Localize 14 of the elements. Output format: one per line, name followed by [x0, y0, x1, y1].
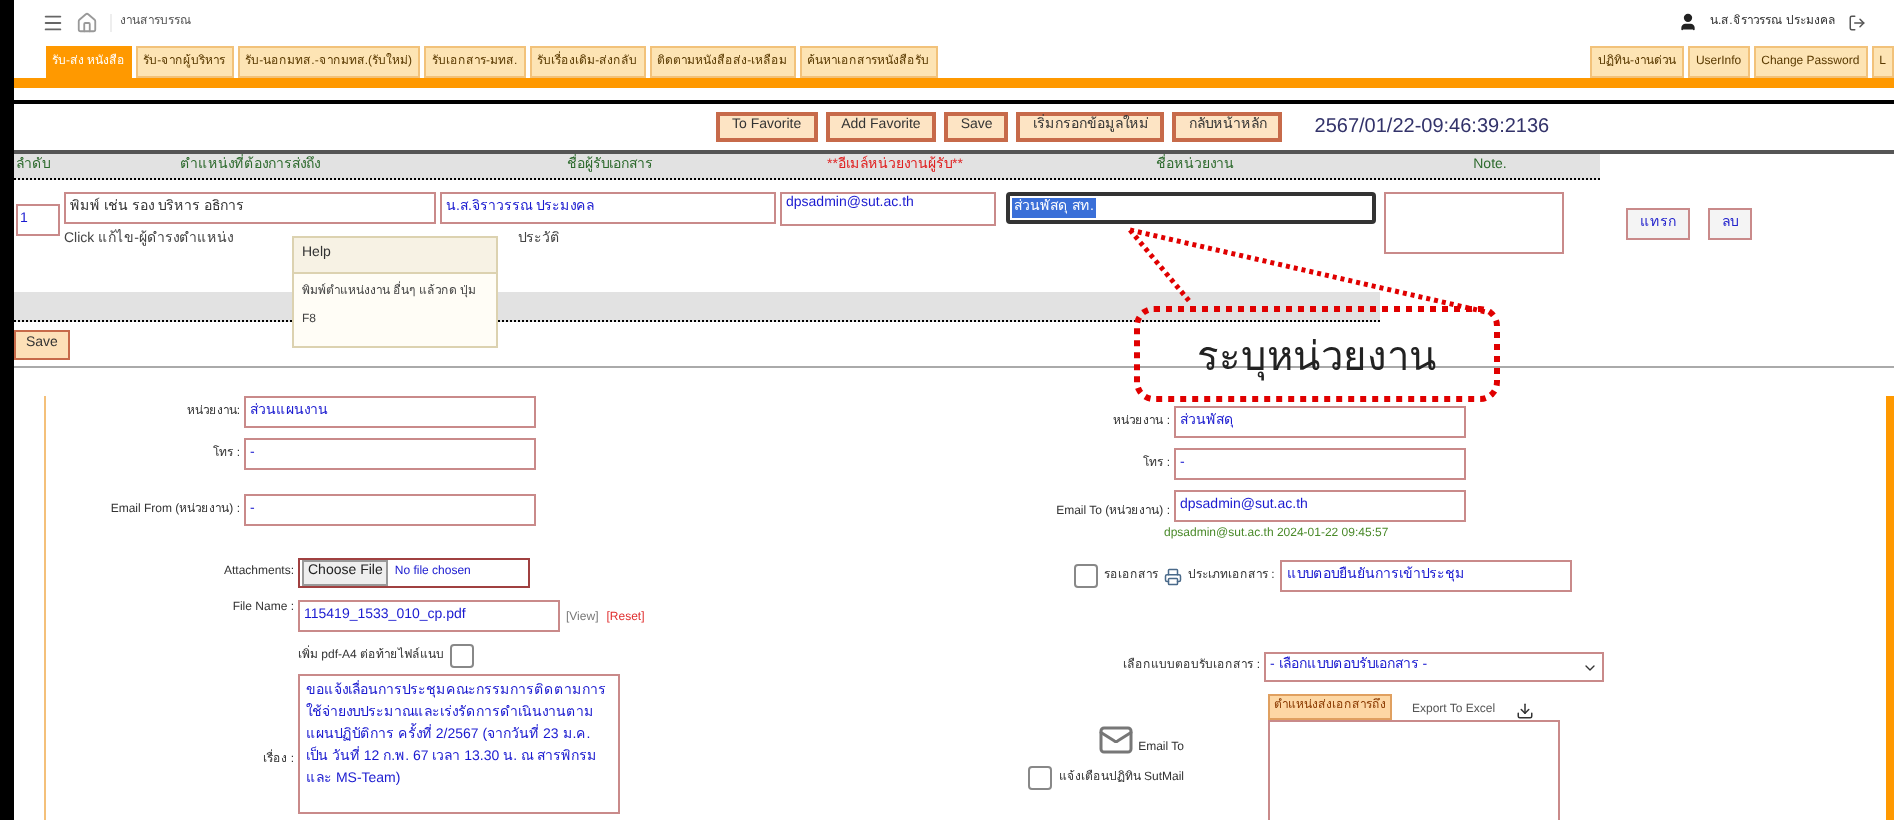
checkbox[interactable]	[450, 644, 475, 668]
checkbox[interactable]	[1028, 766, 1053, 790]
menu-icon[interactable]	[42, 11, 64, 33]
user-icon	[1677, 12, 1698, 32]
export-icon[interactable]	[1515, 702, 1534, 720]
email-icon[interactable]	[1098, 722, 1135, 758]
callout-box: ระบุหน่วยงาน	[1134, 306, 1500, 402]
logout-icon[interactable]	[1848, 13, 1866, 31]
timestamp: 2567/01/22-09:46:39:2136	[1314, 114, 1550, 142]
recipients-list-field[interactable]	[1268, 720, 1560, 820]
checkbox[interactable]	[1074, 564, 1098, 588]
home-icon[interactable]	[76, 11, 98, 33]
printer-icon[interactable]	[1164, 567, 1182, 585]
note-field[interactable]	[1384, 192, 1564, 254]
